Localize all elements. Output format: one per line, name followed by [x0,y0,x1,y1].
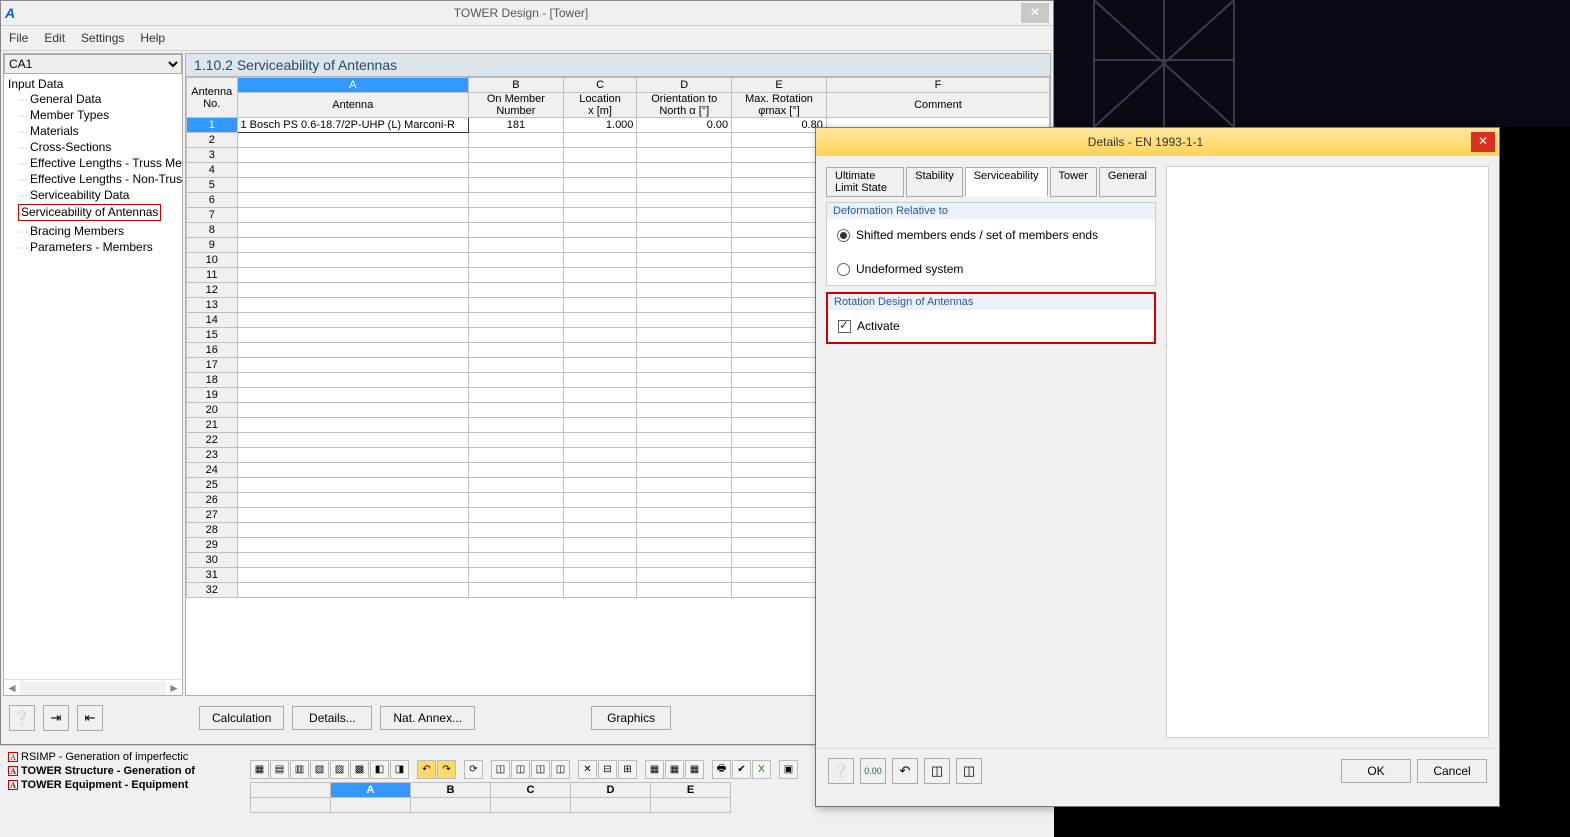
toolbar-icon[interactable]: ⟳ [464,760,483,779]
toolbar-icon[interactable]: ▦ [645,760,664,779]
tower-3d-viewport [1054,0,1570,127]
tree-item[interactable]: Cross-Sections [4,140,182,156]
radio-undeformed-label: Undeformed system [856,262,963,276]
rotation-design-group: Rotation Design of Antennas Activate [826,292,1156,344]
toolbar-icon[interactable]: ▦ [665,760,684,779]
dialog-save-default-button[interactable]: ◫ [924,758,950,784]
nav-panel: CA1 Input Data General DataMember TypesM… [3,53,183,696]
toolbar-icon[interactable]: ◧ [370,760,389,779]
tree-item[interactable]: Bracing Members [4,224,182,240]
tree-item[interactable]: General Data [4,92,182,108]
toolbar-icon[interactable]: ↶ [417,760,436,779]
tree-item[interactable]: Member Types [4,108,182,124]
toolbar-icon[interactable]: ✕ [578,760,597,779]
toolbar-icon[interactable]: ▦ [685,760,704,779]
dialog-close-button[interactable]: ✕ [1471,132,1495,152]
app-icon: A [5,5,21,21]
export-button[interactable]: ⇤ [77,705,103,731]
toolbar-icon[interactable]: ▦ [250,760,269,779]
menu-help[interactable]: Help [140,31,165,45]
dialog-reset-button[interactable]: ↶ [892,758,918,784]
titlebar: A TOWER Design - [Tower] ✕ [1,1,1053,26]
dialog-title: Details - EN 1993-1-1 [820,135,1471,149]
nat-annex-button[interactable]: Nat. Annex... [380,706,475,730]
dialog-tab[interactable]: Tower [1050,167,1097,197]
nav-tree: Input Data General DataMember TypesMater… [4,74,182,679]
tree-root[interactable]: Input Data [4,76,182,92]
radio-shifted-ends[interactable] [837,229,850,242]
details-dialog: Details - EN 1993-1-1 ✕ Ultimate Limit S… [815,127,1500,807]
section-title: 1.10.2 Serviceability of Antennas [185,53,1051,77]
graphics-button[interactable]: Graphics [591,706,671,730]
dialog-tab[interactable]: Serviceability [965,167,1048,197]
menu-edit[interactable]: Edit [44,31,65,45]
case-combo[interactable]: CA1 [4,54,182,74]
menu-file[interactable]: File [9,31,28,45]
toolbar-icon[interactable]: ◫ [491,760,510,779]
tree-item[interactable]: Effective Lengths - Truss Members [4,156,182,172]
toolbar-icon[interactable]: ⊟ [598,760,617,779]
toolbar-icon[interactable]: ✔ [732,760,751,779]
toolbar-icon[interactable]: ▨ [330,760,349,779]
radio-undeformed[interactable] [837,263,850,276]
calculation-button[interactable]: Calculation [199,706,284,730]
details-button[interactable]: Details... [292,706,372,730]
toolbar-icon[interactable]: ▣ [779,760,798,779]
toolbar-icon[interactable]: ▥ [290,760,309,779]
menu-settings[interactable]: Settings [81,31,124,45]
tree-item[interactable]: Serviceability Data [4,188,182,204]
toolbar-icon[interactable]: ⊞ [618,760,637,779]
tree-item[interactable]: Serviceability of Antennas [18,204,161,221]
toolbar-icon[interactable]: ◨ [390,760,409,779]
ok-button[interactable]: OK [1341,759,1411,783]
menubar: File Edit Settings Help [1,26,1053,51]
scroll-left-icon[interactable]: ◄ [4,681,20,695]
toolbar-icon[interactable]: ▧ [310,760,329,779]
dialog-titlebar: Details - EN 1993-1-1 ✕ [816,128,1499,156]
dialog-help-button[interactable]: ❔ [828,758,854,784]
dialog-tab[interactable]: General [1099,167,1156,197]
dialog-load-default-button[interactable]: ◫ [956,758,982,784]
window-close-button[interactable]: ✕ [1021,3,1049,23]
tree-item[interactable]: Effective Lengths - Non-Truss Members [4,172,182,188]
tree-h-scrollbar[interactable]: ◄ ► [4,679,182,695]
scroll-right-icon[interactable]: ► [166,681,182,695]
dialog-tab[interactable]: Stability [906,167,963,197]
dialog-tab[interactable]: Ultimate Limit State [826,167,904,197]
dialog-footer: ❔ 0.00 ↶ ◫ ◫ OK Cancel [816,748,1499,792]
import-button[interactable]: ⇥ [43,705,69,731]
dialog-tabs: Ultimate Limit StateStabilityServiceabil… [826,166,1156,196]
dialog-preview [1166,166,1489,738]
toolbar-icon[interactable]: ◫ [551,760,570,779]
toolbar-icon[interactable]: ▤ [270,760,289,779]
toolbar-icon[interactable]: ▩ [350,760,369,779]
deformation-group: Deformation Relative to Shifted members … [826,202,1156,286]
toolbar-icon[interactable]: ◫ [511,760,530,779]
tree-item[interactable]: Materials [4,124,182,140]
dialog-units-button[interactable]: 0.00 [860,758,886,784]
lower-toolbar: ▦ ▤ ▥ ▧ ▨ ▩ ◧ ◨ ↶ ↷ ⟳ ◫ ◫ ◫ ◫ ✕ ⊟ ⊞ ▦ ▦ … [250,760,798,779]
toolbar-icon[interactable]: 🖶 [712,760,731,779]
window-title: TOWER Design - [Tower] [21,6,1021,20]
toolbar-icon[interactable]: ↷ [437,760,456,779]
activate-checkbox[interactable] [838,320,851,333]
help-button[interactable]: ❔ [9,705,35,731]
tree-item[interactable]: Parameters - Members [4,240,182,256]
radio-shifted-ends-label: Shifted members ends / set of members en… [856,228,1098,242]
lower-grid[interactable]: A B C D E [250,782,731,813]
activate-label: Activate [857,319,900,333]
excel-export-icon[interactable]: X [752,760,771,779]
cancel-button[interactable]: Cancel [1417,759,1487,783]
toolbar-icon[interactable]: ◫ [531,760,550,779]
